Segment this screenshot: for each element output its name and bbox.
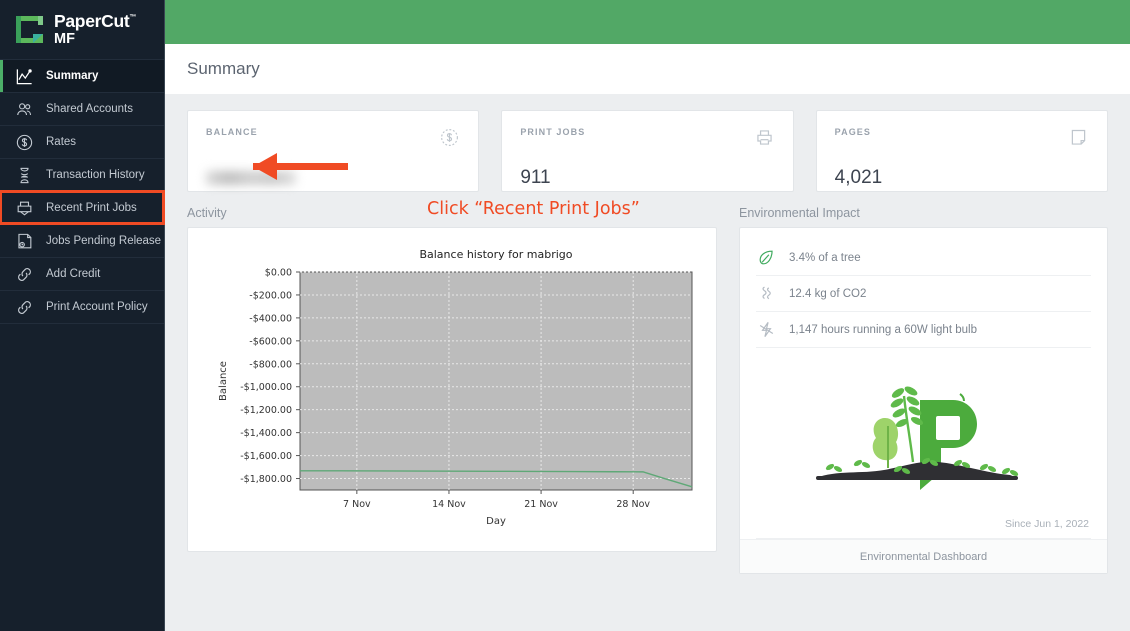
svg-text:21 Nov: 21 Nov: [524, 499, 558, 510]
svg-text:7 Nov: 7 Nov: [343, 499, 371, 510]
main-region: Summary BALANCE PRINT JOBS 911 PAGES 4,0…: [165, 0, 1130, 631]
svg-text:-$1,800.00: -$1,800.00: [240, 474, 292, 485]
printer-icon: [754, 127, 775, 153]
document-clock-icon: [14, 231, 34, 251]
sidebar-item-label: Jobs Pending Release: [46, 235, 162, 247]
card-value: 911: [520, 167, 551, 188]
chart-line-icon: [14, 66, 34, 86]
leaf-icon: [756, 248, 776, 267]
sidebar-item-rates[interactable]: Rates: [0, 125, 164, 158]
sidebar-item-label: Summary: [46, 70, 99, 82]
svg-text:-$1,400.00: -$1,400.00: [240, 428, 292, 439]
svg-text:28 Nov: 28 Nov: [616, 499, 650, 510]
users-icon: [14, 99, 34, 119]
content-area: BALANCE PRINT JOBS 911 PAGES 4,021 Activ…: [165, 94, 1130, 631]
trademark-mark: ™: [129, 14, 137, 21]
env-row-text: 1,147 hours running a 60W light bulb: [789, 323, 977, 336]
sidebar-item-label: Recent Print Jobs: [46, 202, 137, 214]
balance-history-chart: Balance history for mabrigo $0.00 -$200.00…: [187, 227, 717, 552]
svg-text:-$400.00: -$400.00: [249, 313, 292, 324]
environmental-dashboard-link[interactable]: Environmental Dashboard: [740, 539, 1107, 573]
card-value: 4,021: [834, 167, 883, 188]
svg-text:14 Nov: 14 Nov: [432, 499, 466, 510]
hourglass-icon: [14, 165, 34, 185]
svg-text:-$1,000.00: -$1,000.00: [240, 382, 292, 393]
print-jobs-card: PRINT JOBS 911: [501, 110, 794, 192]
panels-row: Activity Balance history for mabrigo $0.0…: [187, 206, 1108, 574]
page-icon: [1068, 127, 1089, 153]
activity-section: Activity Balance history for mabrigo $0.0…: [187, 206, 717, 574]
svg-text:$0.00: $0.00: [265, 268, 292, 279]
papercut-logo-icon: [14, 14, 45, 45]
page-title: Summary: [187, 59, 260, 78]
svg-text:Day: Day: [486, 516, 506, 527]
link-icon: [14, 297, 34, 317]
summary-cards: BALANCE PRINT JOBS 911 PAGES 4,021: [187, 110, 1108, 192]
sidebar-item-label: Print Account Policy: [46, 301, 148, 313]
sidebar-item-label: Add Credit: [46, 268, 101, 280]
page-header: Summary: [165, 44, 1130, 94]
activity-section-title: Activity: [187, 206, 227, 220]
brand-name: PaperCut: [54, 11, 130, 31]
pages-card: PAGES 4,021: [815, 110, 1108, 192]
svg-text:-$1,600.00: -$1,600.00: [240, 451, 292, 462]
environmental-section-title: Environmental Impact: [739, 206, 860, 220]
svg-text:-$1,200.00: -$1,200.00: [240, 405, 292, 416]
sidebar-item-jobs-pending-release[interactable]: Jobs Pending Release: [0, 224, 164, 257]
lightning-icon: [756, 320, 776, 339]
env-row-co2: 12.4 kg of CO2: [756, 276, 1091, 312]
brand-logo[interactable]: PaperCut ™ MF: [0, 0, 164, 59]
env-row-lightbulb: 1,147 hours running a 60W light bulb: [756, 312, 1091, 348]
top-bar: [165, 0, 1130, 44]
since-label: Since Jun 1, 2022: [756, 512, 1091, 539]
brand-edition: MF: [54, 30, 75, 47]
sidebar-nav: Summary Shared Accounts Rates Transactio…: [0, 59, 165, 324]
printer-icon: [14, 198, 34, 218]
env-row-text: 12.4 kg of CO2: [789, 287, 867, 300]
app-root: PaperCut ™ MF Summary Shared Accounts Ra…: [0, 0, 1130, 631]
sidebar-item-recent-print-jobs[interactable]: Recent Print Jobs: [0, 190, 165, 225]
sidebar-item-label: Transaction History: [46, 169, 145, 181]
dollar-circle-icon: [14, 132, 34, 152]
link-icon: [14, 264, 34, 284]
sidebar-item-shared-accounts[interactable]: Shared Accounts: [0, 92, 164, 125]
svg-text:-$600.00: -$600.00: [249, 336, 292, 347]
smoke-icon: [756, 284, 776, 303]
sidebar-item-transaction-history[interactable]: Transaction History: [0, 158, 164, 191]
card-label: PRINT JOBS: [520, 127, 586, 137]
dollar-circle-icon: [439, 127, 460, 153]
environmental-section: Environmental Impact 3.4% of a tree 12.4…: [739, 206, 1108, 574]
sidebar-item-summary[interactable]: Summary: [0, 59, 164, 92]
svg-text:-$200.00: -$200.00: [249, 290, 292, 301]
sidebar-nav-end-divider: [0, 323, 164, 324]
card-label: BALANCE: [206, 127, 258, 137]
env-row-tree: 3.4% of a tree: [756, 240, 1091, 276]
chart-svg: Balance history for mabrigo $0.00 -$200.00…: [218, 248, 693, 527]
sidebar: PaperCut ™ MF Summary Shared Accounts Ra…: [0, 0, 165, 631]
sidebar-item-label: Shared Accounts: [46, 103, 133, 115]
svg-text:Balance history for mabrigo: Balance history for mabrigo: [419, 248, 572, 261]
sidebar-item-add-credit[interactable]: Add Credit: [0, 257, 164, 290]
card-label: PAGES: [834, 127, 871, 137]
brand-wordmark: PaperCut ™ MF: [54, 11, 136, 47]
environmental-impact-panel: 3.4% of a tree 12.4 kg of CO2 1,147 hour…: [739, 227, 1108, 574]
env-row-text: 3.4% of a tree: [789, 251, 861, 264]
sidebar-item-label: Rates: [46, 136, 77, 148]
papercut-plant-illustration: [756, 348, 1091, 512]
svg-text:-$800.00: -$800.00: [249, 359, 292, 370]
balance-card: BALANCE: [187, 110, 480, 192]
svg-text:Balance: Balance: [218, 361, 229, 401]
sidebar-item-print-account-policy[interactable]: Print Account Policy: [0, 290, 164, 323]
card-value-redacted: [206, 171, 296, 185]
